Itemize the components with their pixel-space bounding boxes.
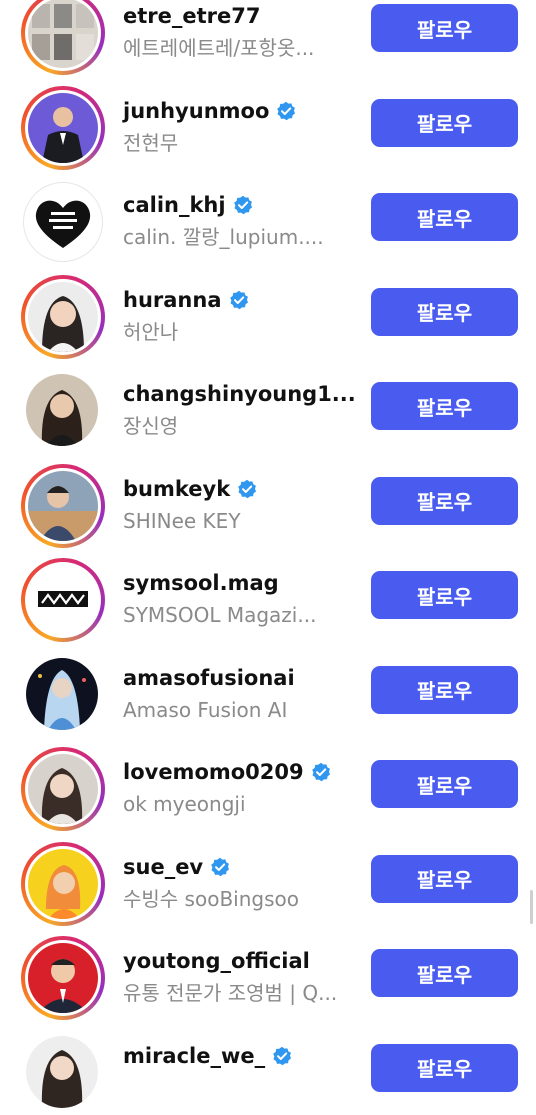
avatar[interactable] [21,747,105,831]
username[interactable]: symsool.mag [123,570,279,596]
follow-button[interactable]: 팔로우 [371,855,518,903]
magazine-logo-avatar-icon [28,565,98,635]
avatar[interactable] [21,653,105,737]
username[interactable]: lovemomo0209 [123,759,304,785]
username[interactable]: miracle_we_ [123,1043,265,1069]
list-item[interactable]: huranna 허안나 팔로우 [0,265,536,360]
list-item[interactable]: bumkeyk SHINee KEY 팔로우 [0,454,536,549]
display-name: 전현무 [123,130,353,156]
username[interactable]: sue_ev [123,854,203,880]
ai-art-avatar-icon [26,658,98,730]
follow-button[interactable]: 팔로우 [371,949,518,997]
avatar[interactable] [21,1031,105,1115]
follow-button[interactable]: 팔로우 [371,288,518,336]
list-item[interactable]: amasofusionai Amaso Fusion AI 팔로우 [0,643,536,738]
display-name: 유통 전문가 조영범 | Q... [123,980,353,1006]
list-item[interactable]: calin_khj calin. 깔랑_lupium.... 팔로우 [0,170,536,265]
verified-badge-icon [210,857,230,877]
username[interactable]: etre_etre77 [123,3,260,29]
person-in-suit-avatar-icon [28,93,98,163]
avatar[interactable] [21,0,105,75]
woman-yellow-avatar-icon [28,849,98,919]
avatar[interactable] [21,464,105,548]
list-item[interactable]: changshinyoung1... 장신영 팔로우 [0,359,536,454]
avatar[interactable] [21,936,105,1020]
avatar[interactable] [21,86,105,170]
verified-badge-icon [233,195,253,215]
follow-button[interactable]: 팔로우 [371,193,518,241]
follow-button[interactable]: 팔로우 [371,477,518,525]
username[interactable]: calin_khj [123,192,226,218]
follow-button[interactable]: 팔로우 [371,666,518,714]
follow-button[interactable]: 팔로우 [371,382,518,430]
verified-badge-icon [276,101,296,121]
avatar[interactable] [21,369,105,453]
avatar[interactable] [21,558,105,642]
woman-portrait-avatar-icon [28,754,98,824]
username[interactable]: bumkeyk [123,476,230,502]
username[interactable]: changshinyoung1... [123,381,356,407]
list-item[interactable]: miracle_we_ 팔로우 [0,1021,536,1115]
display-name: 수빙수 sooBingsoo [123,886,353,912]
man-portrait-avatar-icon [28,471,98,541]
list-item[interactable]: youtong_official 유통 전문가 조영범 | Q... 팔로우 [0,926,536,1021]
display-name: 허안나 [123,319,353,345]
display-name: SHINee KEY [123,508,353,534]
verified-badge-icon [311,762,331,782]
avatar[interactable] [21,180,105,264]
verified-badge-icon [237,479,257,499]
suggested-users-list: etre_etre77 에트레에트레/포항옷... 팔로우 junhyunmoo… [0,0,536,1115]
list-item[interactable]: lovemomo0209 ok myeongji 팔로우 [0,737,536,832]
avatar[interactable] [21,275,105,359]
list-item[interactable]: junhyunmoo 전현무 팔로우 [0,76,536,171]
list-item[interactable]: etre_etre77 에트레에트레/포항옷... 팔로우 [0,0,536,76]
username[interactable]: huranna [123,287,222,313]
clothing-photo-avatar-icon [28,0,98,68]
display-name: 에트레에트레/포항옷... [123,35,353,61]
list-item[interactable]: symsool.mag SYMSOOL Magazi... 팔로우 [0,548,536,643]
display-name: ok myeongji [123,791,353,817]
display-name: Amaso Fusion AI [123,697,353,723]
follow-button[interactable]: 팔로우 [371,760,518,808]
follow-button[interactable]: 팔로우 [371,571,518,619]
username[interactable]: youtong_official [123,948,310,974]
heart-logo-avatar-icon [27,186,99,258]
display-name: 장신영 [123,413,353,439]
follow-button[interactable]: 팔로우 [371,99,518,147]
woman-portrait-avatar-icon [28,282,98,352]
follow-button[interactable]: 팔로우 [371,4,518,52]
username[interactable]: junhyunmoo [123,98,269,124]
list-item[interactable]: sue_ev 수빙수 sooBingsoo 팔로우 [0,832,536,927]
follow-button[interactable]: 팔로우 [371,1044,518,1092]
man-red-background-avatar-icon [28,943,98,1013]
verified-badge-icon [229,290,249,310]
username[interactable]: amasofusionai [123,665,295,691]
display-name: calin. 깔랑_lupium.... [123,224,353,250]
verified-badge-icon [272,1046,292,1066]
woman-portrait-avatar-icon [26,374,98,446]
avatar[interactable] [21,842,105,926]
scrollbar[interactable] [530,890,533,924]
display-name: SYMSOOL Magazi... [123,602,353,628]
